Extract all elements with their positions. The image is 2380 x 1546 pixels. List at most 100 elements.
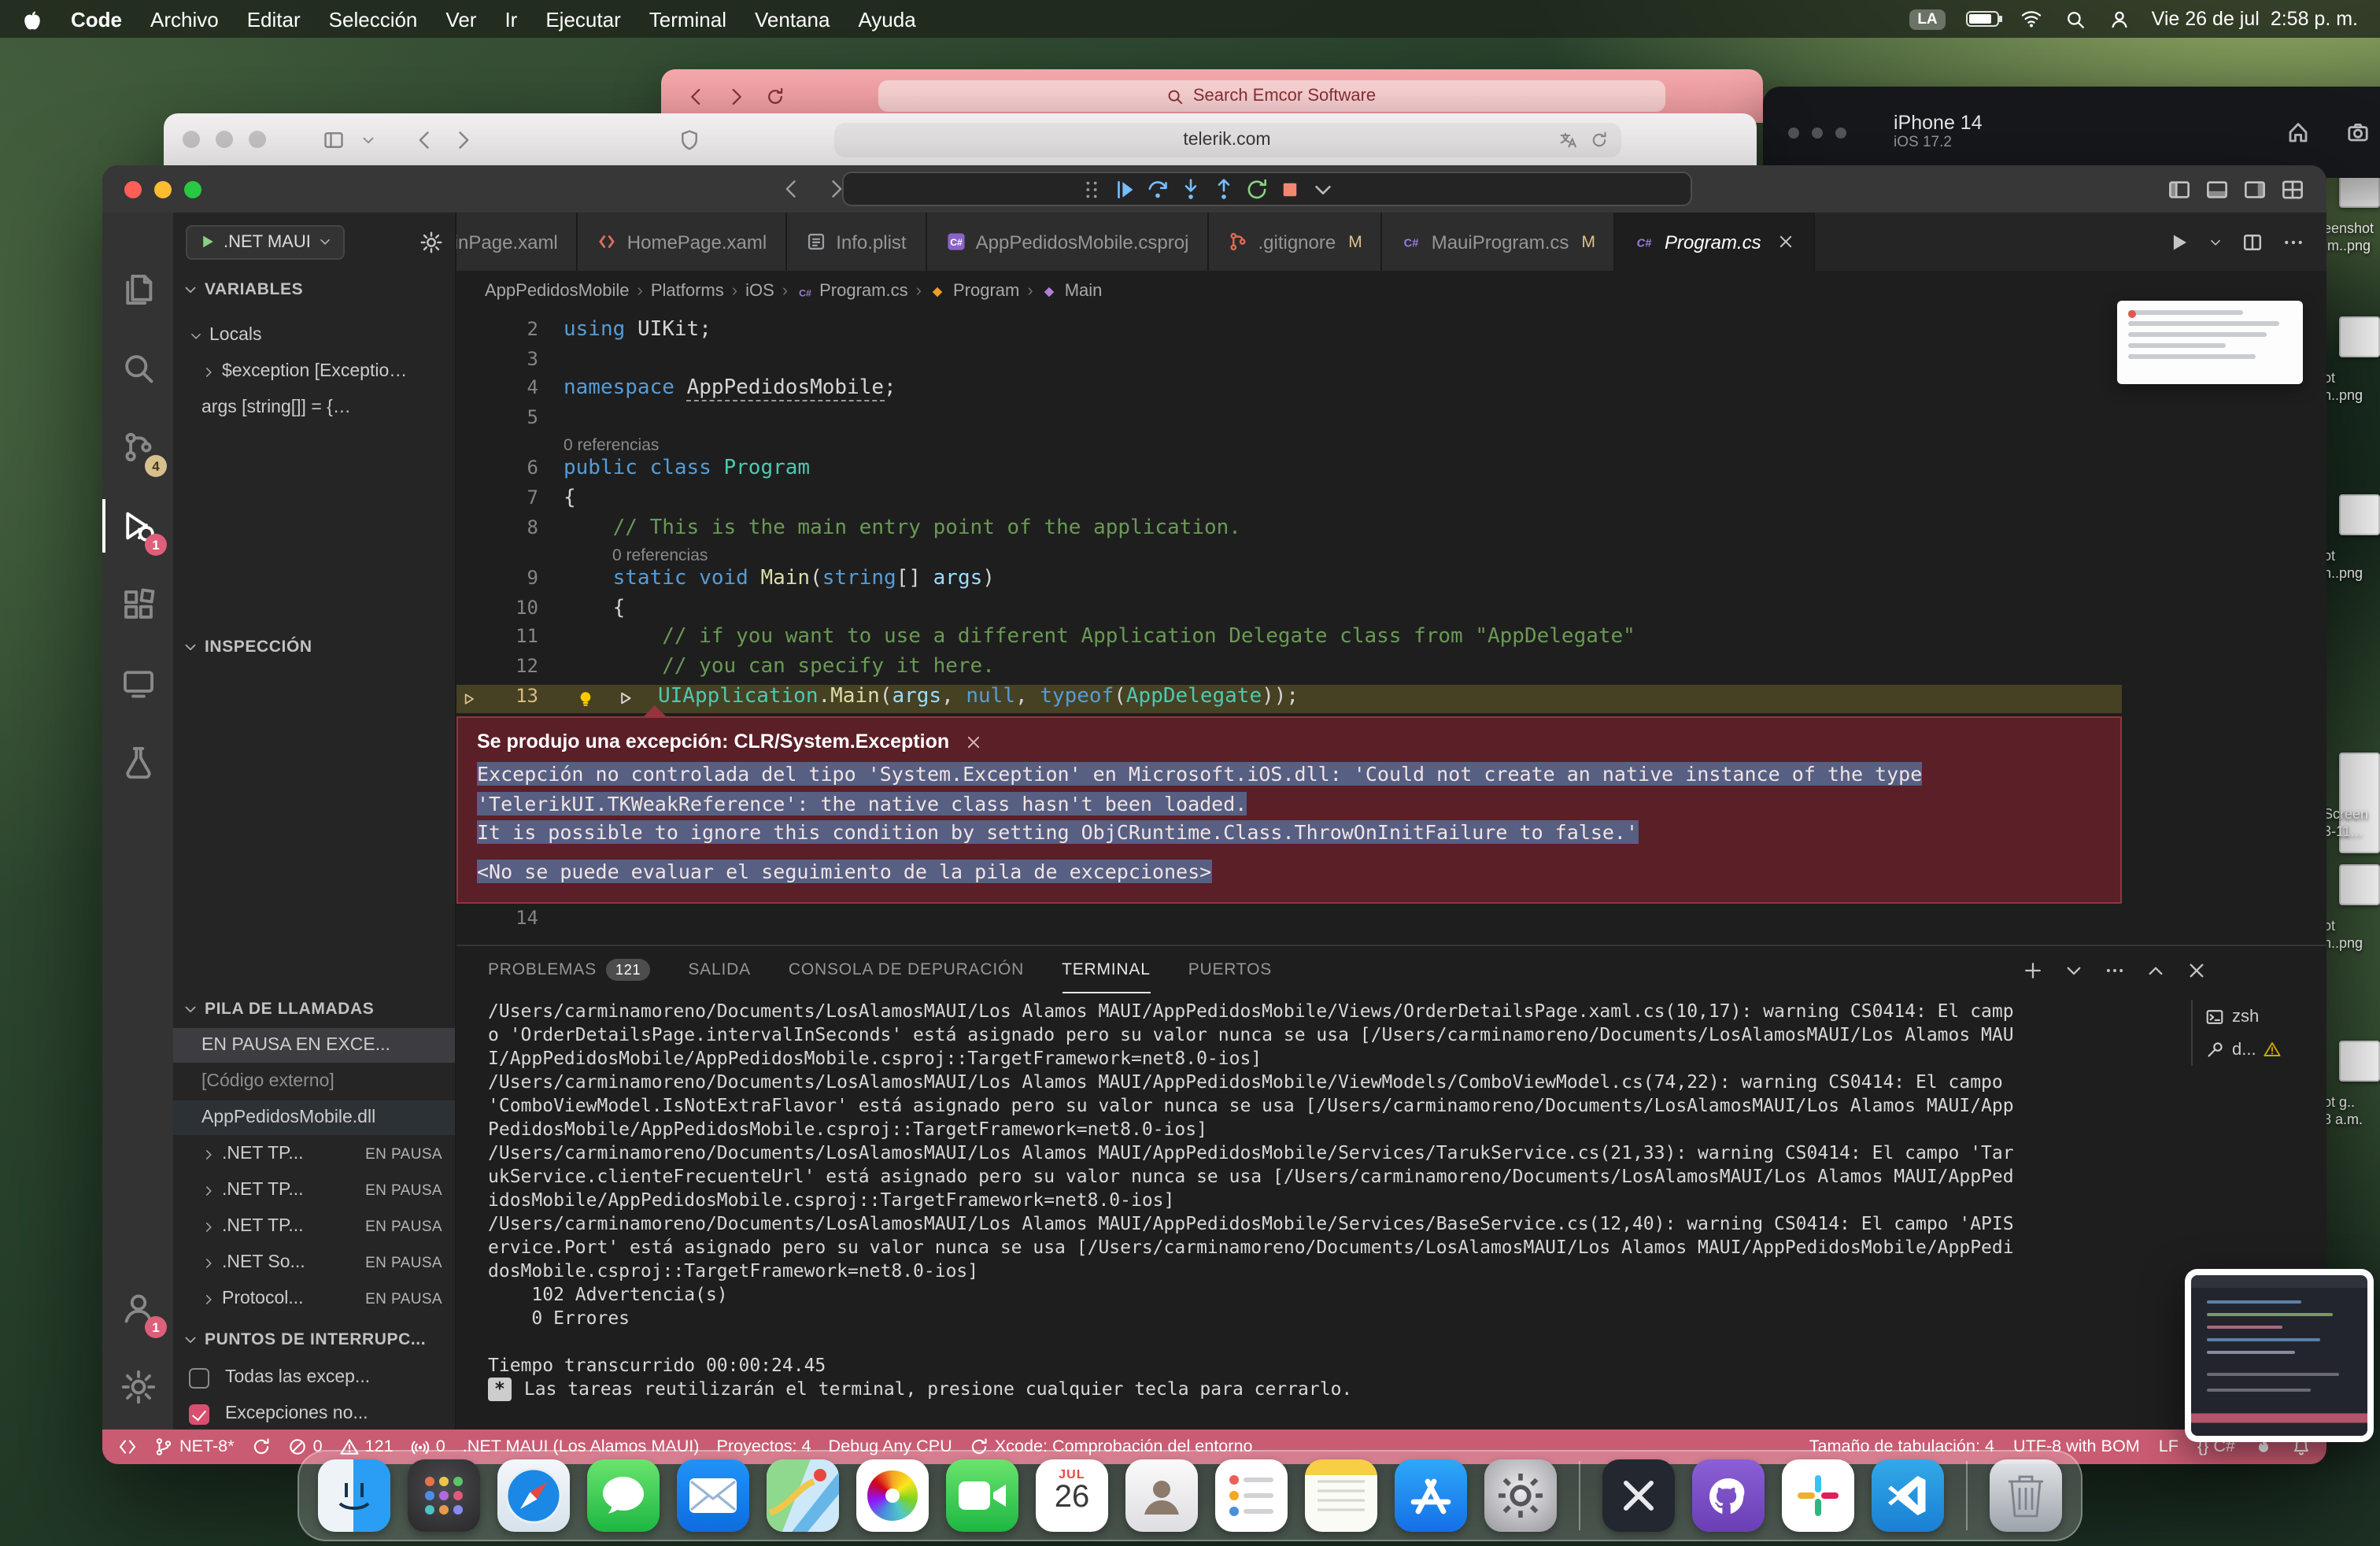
stop-icon[interactable] (1278, 177, 1302, 201)
menu-ventana[interactable]: Ventana (755, 7, 830, 31)
close-button[interactable] (124, 180, 142, 198)
breadcrumb-item[interactable]: C#Program.cs (796, 282, 908, 301)
menu-archivo[interactable]: Archivo (150, 7, 219, 31)
dock-item-dev-tools[interactable] (1602, 1459, 1675, 1532)
dock-item-calendar[interactable]: JUL26 (1036, 1459, 1108, 1532)
emcor-search-field[interactable]: Search Emcor Software (878, 80, 1665, 112)
desktop-file-label[interactable]: eenshot .m..png (2323, 220, 2380, 256)
step-into-icon[interactable] (1179, 177, 1203, 201)
codelens[interactable]: 0 referencias (456, 435, 2326, 457)
dock-item-maps[interactable] (767, 1459, 839, 1532)
tab--gitignore[interactable]: .gitignoreM (1209, 213, 1382, 271)
tab-program-cs[interactable]: C#Program.cs (1616, 213, 1815, 271)
reload-icon[interactable] (765, 86, 785, 106)
dock-item-slack[interactable] (1782, 1459, 1854, 1532)
code-line-6[interactable]: 6public class Program (456, 457, 2326, 486)
callstack-row[interactable]: Protocol...EN PAUSA (173, 1282, 455, 1316)
codelens[interactable]: 0 referencias (456, 545, 2326, 567)
desktop-file-label[interactable]: ot n..png (2323, 370, 2380, 405)
address-bar[interactable]: telerik.com (833, 122, 1621, 157)
activity-item-run-debug[interactable]: 1 (102, 490, 173, 562)
continue-icon[interactable] (1113, 177, 1136, 201)
code-line-10[interactable]: 10 { (456, 597, 2326, 626)
breakpoint-gutter[interactable] (456, 567, 482, 596)
dock-item-launchpad[interactable] (408, 1459, 480, 1532)
apple-icon[interactable] (22, 9, 42, 29)
dock-item-github-desktop[interactable] (1692, 1459, 1765, 1532)
close-icon[interactable] (965, 733, 982, 750)
window-control-dot[interactable] (1788, 127, 1799, 138)
panel-close-icon[interactable] (2186, 960, 2207, 980)
menubar-clock[interactable]: Vie 26 de jul 2:58 p. m. (2152, 8, 2358, 30)
dock-item-contacts[interactable] (1125, 1459, 1198, 1532)
breakpoint-row[interactable]: Todas las excep... (173, 1360, 455, 1395)
code-line-5[interactable]: 5 (456, 406, 2326, 435)
status-item[interactable] (118, 1437, 137, 1456)
panel-tab-salida[interactable]: SALIDA (688, 946, 751, 993)
breakpoint-gutter[interactable] (456, 318, 482, 347)
terminal-profile-icon[interactable] (2064, 960, 2084, 980)
code-editor[interactable]: 2using UIKit;34namespace AppPedidosMobil… (456, 312, 2326, 945)
dock-item-mail[interactable] (677, 1459, 749, 1532)
section-breakpoints[interactable]: PUNTOS DE INTERRUPC... (173, 1324, 455, 1356)
menu-ayuda[interactable]: Ayuda (858, 7, 915, 31)
activity-item-extensions[interactable] (102, 568, 173, 641)
close-icon[interactable] (1777, 233, 1794, 250)
iphone-mirror-window[interactable]: iPhone 14 iOS 17.2 (1763, 87, 2380, 178)
zoom-button[interactable] (184, 180, 201, 198)
activity-item-explorer[interactable] (102, 253, 173, 326)
menu-terminal[interactable]: Terminal (649, 7, 726, 31)
search-icon[interactable] (2064, 9, 2087, 29)
lightbulb-icon[interactable] (576, 690, 595, 708)
tab-oginpage-xaml[interactable]: oginPage.xaml (456, 213, 578, 271)
terminal-list-item[interactable]: d... (2205, 1033, 2314, 1066)
safari-close-button[interactable] (183, 131, 200, 148)
menu-ejecutar[interactable]: Ejecutar (545, 7, 620, 31)
status-item-net-8-[interactable]: NET-8* (154, 1437, 235, 1456)
callstack-row[interactable]: AppPedidosMobile.dll (173, 1100, 455, 1135)
activity-item-source-control[interactable]: 4 (102, 411, 173, 483)
variables-scope-locals[interactable]: Locals (173, 318, 455, 353)
terminal-output[interactable]: /Users/carminamoreno/Documents/LosAlamos… (488, 1000, 2018, 1423)
breakpoint-gutter[interactable] (456, 516, 482, 545)
dock-item-app-store[interactable] (1395, 1459, 1467, 1532)
activity-item-accounts[interactable]: 1 (102, 1272, 173, 1344)
forward-icon[interactable] (452, 128, 474, 150)
dock-item-trash[interactable] (1990, 1459, 2062, 1532)
screenshot-preview-window[interactable] (2185, 1269, 2374, 1442)
code-line-11[interactable]: 11 // if you want to use a different App… (456, 626, 2326, 655)
callstack-row[interactable]: EN PAUSA EN EXCE... (173, 1028, 455, 1063)
window-control-dot[interactable] (1835, 127, 1846, 138)
command-center[interactable] (842, 172, 1692, 206)
menu-ver[interactable]: Ver (445, 7, 476, 31)
input-source-badge[interactable]: LA (1909, 9, 1945, 29)
panel-left-icon[interactable] (2168, 177, 2191, 201)
split-editor-icon[interactable] (2241, 231, 2264, 253)
tab-mauiprogram-cs[interactable]: C#MauiProgram.csM (1383, 213, 1616, 271)
panel-tab-consola-de-depuración[interactable]: CONSOLA DE DEPURACIÓN (789, 946, 1024, 993)
breakpoint-gutter[interactable] (456, 655, 482, 684)
desktop-file-thumbnail[interactable] (2339, 316, 2380, 357)
back-icon[interactable] (686, 86, 707, 106)
run-file-icon[interactable] (2168, 231, 2190, 253)
activity-item-remote-explorer[interactable] (102, 647, 173, 719)
menubar-app-name[interactable]: Code (71, 7, 122, 31)
panel-maximize-icon[interactable] (2145, 960, 2166, 980)
code-line-13[interactable]: 13UIApplication.Main(args, null, typeof(… (456, 684, 2326, 713)
dock-item-finder[interactable] (318, 1459, 390, 1532)
gear-icon[interactable] (420, 231, 442, 253)
new-terminal-icon[interactable] (2023, 960, 2043, 980)
status-item-lf[interactable]: LF (2159, 1437, 2179, 1456)
code-line-after[interactable]: 14 (456, 907, 2326, 936)
activity-item-search[interactable] (102, 332, 173, 405)
back-icon[interactable] (414, 128, 436, 150)
activity-item-testing[interactable] (102, 726, 173, 798)
section-watch[interactable]: INSPECCIÓN (173, 631, 455, 663)
minimize-button[interactable] (154, 180, 172, 198)
callstack-row[interactable]: .NET TP...EN PAUSA (173, 1137, 455, 1171)
menu-editar[interactable]: Editar (247, 7, 301, 31)
code-line-12[interactable]: 12 // you can specify it here. (456, 655, 2326, 684)
step-over-icon[interactable] (1146, 177, 1170, 201)
dock-item-system-settings[interactable] (1484, 1459, 1557, 1532)
camera-icon[interactable] (2345, 120, 2371, 145)
